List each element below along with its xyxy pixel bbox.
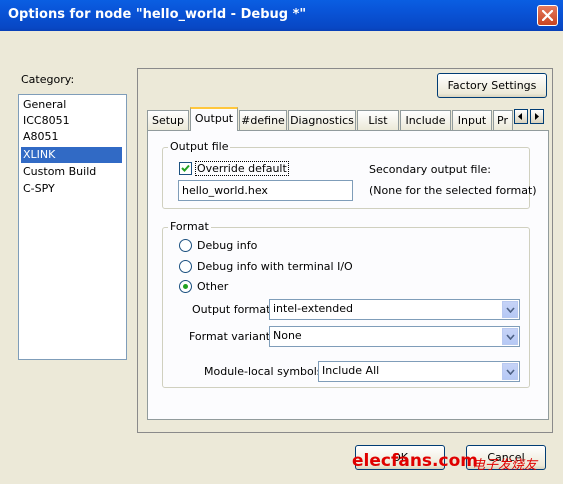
format-variant-value: None (273, 329, 302, 342)
radio-other[interactable] (179, 280, 192, 293)
category-label: Category: (21, 73, 75, 86)
tab-scroll-left-button[interactable] (514, 109, 528, 124)
module-local-symbols-label: Module-local symbols: (204, 365, 327, 378)
chevron-down-icon (506, 334, 515, 340)
category-item-xlink[interactable]: XLINK (21, 147, 122, 163)
category-item-c-spy[interactable]: C-SPY (21, 181, 122, 197)
module-local-symbols-value: Include All (322, 364, 380, 377)
radio-debug-info[interactable] (179, 239, 192, 252)
tab-scroll-right-button[interactable] (530, 109, 544, 124)
output-format-select[interactable]: intel-extended (269, 299, 520, 320)
category-list[interactable]: General ICC8051 A8051 XLINK Custom Build… (18, 94, 127, 360)
format-group-title: Format (168, 220, 211, 233)
tab-diagnostics[interactable]: Diagnostics (288, 110, 356, 130)
output-filename-input[interactable]: hello_world.hex (178, 180, 353, 201)
tab-output[interactable]: Output (190, 107, 238, 131)
module-local-dropdown-button[interactable] (502, 363, 518, 380)
tab-input[interactable]: Input (452, 110, 492, 130)
tab-define[interactable]: #define (239, 110, 287, 130)
module-local-symbols-select[interactable]: Include All (318, 361, 520, 382)
close-icon (542, 10, 553, 21)
category-item-general[interactable]: General (21, 97, 122, 113)
checkmark-icon (181, 164, 190, 172)
output-format-value: intel-extended (273, 302, 354, 315)
radio-debug-info-terminal[interactable] (179, 260, 192, 273)
category-item-custom-build[interactable]: Custom Build (21, 164, 122, 180)
factory-settings-button[interactable]: Factory Settings (437, 73, 547, 98)
chevron-down-icon (506, 369, 515, 375)
output-format-dropdown-button[interactable] (502, 301, 518, 318)
radio-debug-info-terminal-label[interactable]: Debug info with terminal I/O (197, 260, 353, 273)
window-title: Options for node "hello_world - Debug *" (8, 7, 307, 22)
tab-include[interactable]: Include (400, 110, 451, 130)
tab-setup[interactable]: Setup (147, 110, 189, 130)
tab-processing-partial[interactable]: Pr (493, 110, 513, 130)
format-variant-label: Format variant: (189, 330, 274, 343)
category-item-a8051[interactable]: A8051 (21, 129, 122, 145)
close-button[interactable] (537, 5, 558, 26)
override-default-label[interactable]: Override default (195, 161, 289, 176)
options-dialog: Options for node "hello_world - Debug *"… (0, 0, 563, 484)
format-variant-dropdown-button[interactable] (502, 328, 518, 345)
override-default-checkbox[interactable] (179, 162, 192, 175)
chevron-down-icon (506, 307, 515, 313)
category-item-icc8051[interactable]: ICC8051 (21, 113, 122, 129)
radio-selected-dot (183, 284, 188, 289)
watermark-cn: 电子发烧友 (472, 458, 538, 473)
radio-other-label[interactable]: Other (197, 280, 228, 293)
arrow-right-icon (535, 113, 539, 120)
arrow-left-icon (518, 113, 522, 120)
output-file-title-text: Output file (170, 140, 229, 153)
tab-list[interactable]: List (357, 110, 399, 130)
radio-debug-info-label[interactable]: Debug info (197, 239, 257, 252)
output-file-group-title: Output file (168, 140, 231, 153)
format-variant-select[interactable]: None (269, 326, 520, 347)
watermark-site: elecfans.com (352, 451, 478, 471)
secondary-output-value: (None for the selected format) (369, 184, 537, 197)
secondary-output-label: Secondary output file: (369, 163, 491, 176)
output-format-label: Output format: (192, 303, 275, 316)
title-bar[interactable]: Options for node "hello_world - Debug *" (0, 0, 563, 31)
